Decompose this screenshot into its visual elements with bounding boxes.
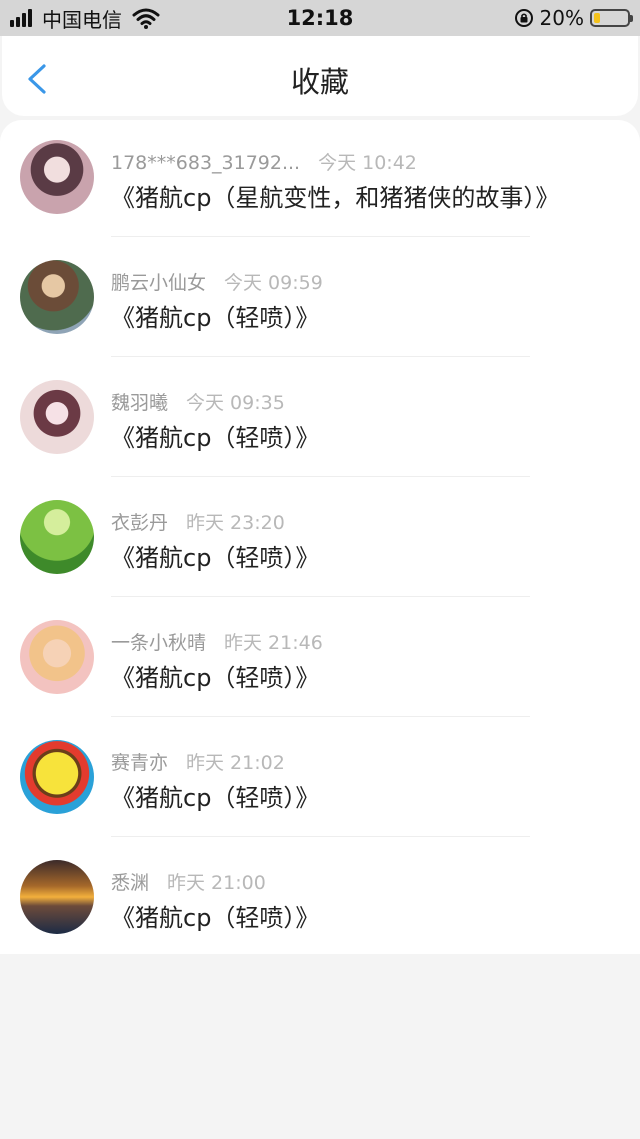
timestamp: 昨天 21:00	[167, 872, 266, 894]
rotation-lock-icon	[514, 9, 533, 27]
divider	[111, 836, 530, 837]
item-meta: 魏羽曦 今天 09:35	[111, 388, 285, 415]
avatar[interactable]	[20, 740, 94, 814]
timestamp: 今天 10:42	[318, 152, 417, 174]
post-title[interactable]: 《猪航cp（轻喷）》	[111, 898, 319, 933]
battery-icon	[590, 9, 633, 27]
item-meta: 一条小秋晴 昨天 21:46	[111, 628, 323, 655]
post-title[interactable]: 《猪航cp（轻喷）》	[111, 538, 319, 573]
post-title[interactable]: 《猪航cp（轻喷）》	[111, 298, 319, 333]
post-title[interactable]: 《猪航cp（轻喷）》	[111, 418, 319, 453]
item-meta: 赛青亦 昨天 21:02	[111, 748, 285, 775]
divider	[111, 596, 530, 597]
username: 魏羽曦	[111, 392, 169, 414]
battery-percent: 20%	[539, 6, 584, 30]
favorites-list: 178***683_31792... 今天 10:42 《猪航cp（星航变性，和猪猪…	[0, 120, 640, 954]
status-right: 20%	[514, 5, 633, 31]
page-title: 收藏	[290, 65, 349, 99]
item-meta: 鹏云小仙女 今天 09:59	[111, 268, 323, 295]
favorite-item[interactable]: 一条小秋晴 昨天 21:46 《猪航cp（轻喷）》	[0, 600, 640, 720]
timestamp: 昨天 21:02	[186, 752, 285, 774]
divider	[111, 716, 530, 717]
avatar[interactable]	[20, 860, 94, 934]
post-title[interactable]: 《猪航cp（星航变性，和猪猪侠的故事）》	[111, 178, 559, 213]
avatar[interactable]	[20, 380, 94, 454]
item-meta: 悉渊 昨天 21:00	[111, 868, 266, 895]
divider	[111, 356, 530, 357]
post-title[interactable]: 《猪航cp（轻喷）》	[111, 778, 319, 813]
post-title[interactable]: 《猪航cp（轻喷）》	[111, 658, 319, 693]
username: 悉渊	[111, 872, 150, 894]
avatar[interactable]	[20, 140, 94, 214]
battery-level	[594, 13, 600, 23]
favorite-item[interactable]: 178***683_31792... 今天 10:42 《猪航cp（星航变性，和猪猪…	[0, 120, 640, 240]
timestamp: 今天 09:59	[224, 272, 323, 294]
status-bar: 中国电信 12:18 20%	[0, 0, 640, 36]
username: 赛青亦	[111, 752, 169, 774]
avatar[interactable]	[20, 620, 94, 694]
timestamp: 昨天 23:20	[186, 512, 285, 534]
favorite-item[interactable]: 鹏云小仙女 今天 09:59 《猪航cp（轻喷）》	[0, 240, 640, 360]
username: 鹏云小仙女	[111, 272, 207, 294]
favorite-item[interactable]: 衣彭丹 昨天 23:20 《猪航cp（轻喷）》	[0, 480, 640, 600]
nav-bar: 收藏	[2, 36, 638, 116]
divider	[111, 236, 530, 237]
timestamp: 昨天 21:46	[224, 632, 323, 654]
item-meta: 衣彭丹 昨天 23:20	[111, 508, 285, 535]
username: 衣彭丹	[111, 512, 169, 534]
username: 178***683_31792...	[111, 152, 301, 174]
favorite-item[interactable]: 悉渊 昨天 21:00 《猪航cp（轻喷）》	[0, 840, 640, 960]
divider	[111, 476, 530, 477]
username: 一条小秋晴	[111, 632, 207, 654]
favorite-item[interactable]: 魏羽曦 今天 09:35 《猪航cp（轻喷）》	[0, 360, 640, 480]
timestamp: 今天 09:35	[186, 392, 285, 414]
item-meta: 178***683_31792... 今天 10:42	[111, 148, 417, 175]
avatar[interactable]	[20, 260, 94, 334]
favorite-item[interactable]: 赛青亦 昨天 21:02 《猪航cp（轻喷）》	[0, 720, 640, 840]
avatar[interactable]	[20, 500, 94, 574]
